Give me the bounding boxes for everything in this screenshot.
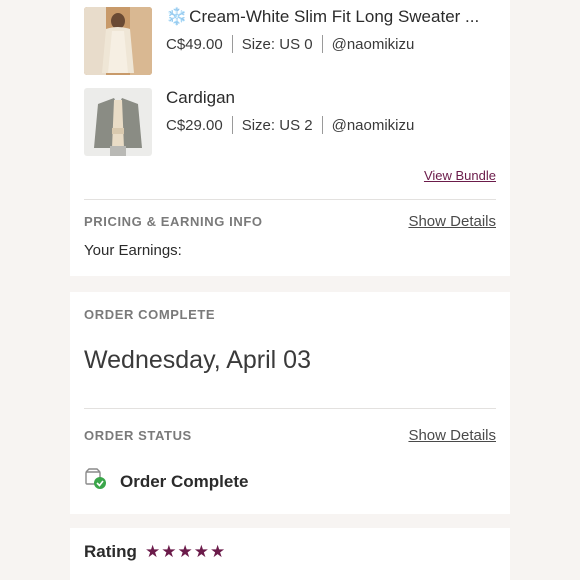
- item-price: C$29.00: [166, 116, 223, 134]
- order-status-text: Order Complete: [120, 471, 249, 491]
- product-thumbnail[interactable]: [84, 7, 152, 75]
- item-seller[interactable]: @naomikizu: [332, 117, 415, 134]
- rating-label: Rating: [84, 542, 137, 561]
- order-complete-date: Wednesday, April 03: [84, 346, 311, 374]
- rating-panel: Rating ★★★★★: [70, 528, 510, 580]
- list-item[interactable]: Cardigan C$29.00 Size: US 2 @naomikizu: [84, 88, 496, 156]
- star-rating-icon: ★★★★★: [145, 542, 227, 561]
- item-meta: C$49.00 Size: US 0 @naomikizu: [166, 33, 414, 55]
- list-item[interactable]: ❄️ Cream-White Slim Fit Long Sweater ... …: [84, 7, 496, 75]
- item-meta: C$29.00 Size: US 2 @naomikizu: [166, 114, 414, 136]
- divider: [321, 116, 323, 134]
- pricing-section-label: PRICING & EARNING INFO: [84, 214, 263, 229]
- divider: [84, 408, 496, 409]
- item-size: Size: US 0: [241, 35, 313, 53]
- item-title[interactable]: Cardigan: [166, 87, 496, 109]
- your-earnings-label: Your Earnings:: [84, 242, 182, 259]
- status-row: Order Complete: [84, 468, 248, 495]
- box-check-icon: [84, 468, 108, 495]
- divider: [321, 35, 323, 53]
- order-status-panel: ORDER COMPLETE Wednesday, April 03 ORDER…: [70, 292, 510, 514]
- order-items-panel: ❄️ Cream-White Slim Fit Long Sweater ... …: [70, 0, 510, 276]
- order-complete-label: ORDER COMPLETE: [84, 307, 216, 322]
- product-thumbnail[interactable]: [84, 88, 152, 156]
- item-seller[interactable]: @naomikizu: [332, 36, 415, 53]
- item-size: Size: US 2: [241, 116, 313, 134]
- snowflake-icon: ❄️: [166, 7, 188, 26]
- item-title[interactable]: ❄️ Cream-White Slim Fit Long Sweater ...: [166, 6, 496, 28]
- pricing-show-details-link[interactable]: Show Details: [408, 213, 496, 230]
- status-show-details-link[interactable]: Show Details: [408, 427, 496, 444]
- item-price: C$49.00: [166, 35, 223, 53]
- divider: [231, 35, 233, 53]
- divider: [231, 116, 233, 134]
- order-status-label: ORDER STATUS: [84, 428, 192, 443]
- divider: [84, 199, 496, 200]
- view-bundle-link[interactable]: View Bundle: [424, 168, 496, 183]
